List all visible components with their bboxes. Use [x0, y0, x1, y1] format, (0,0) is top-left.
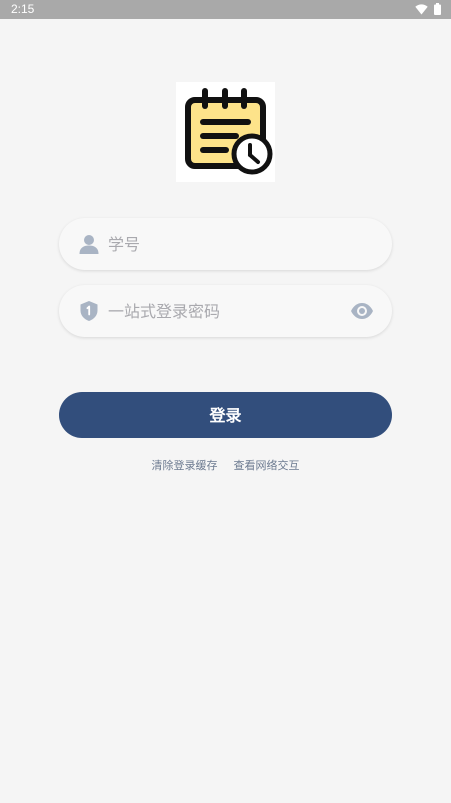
battery-icon	[434, 0, 441, 19]
shield-icon	[78, 300, 100, 322]
eye-icon[interactable]	[350, 300, 374, 322]
password-input[interactable]	[108, 285, 348, 337]
clear-login-cache-link[interactable]: 清除登录缓存	[152, 458, 218, 474]
app-logo	[176, 82, 275, 182]
view-network-link[interactable]: 查看网络交互	[234, 458, 300, 474]
username-input[interactable]	[108, 218, 348, 270]
status-bar: 2:15	[0, 0, 451, 19]
user-icon	[78, 233, 100, 255]
status-time: 2:15	[11, 2, 35, 16]
wifi-icon	[415, 0, 428, 19]
password-field[interactable]	[59, 285, 392, 337]
auxiliary-links: 清除登录缓存 查看网络交互	[0, 458, 451, 474]
notepad-clock-icon	[185, 88, 273, 175]
status-icons	[415, 3, 441, 16]
username-field[interactable]	[59, 218, 392, 270]
login-button[interactable]: 登录	[59, 392, 392, 438]
